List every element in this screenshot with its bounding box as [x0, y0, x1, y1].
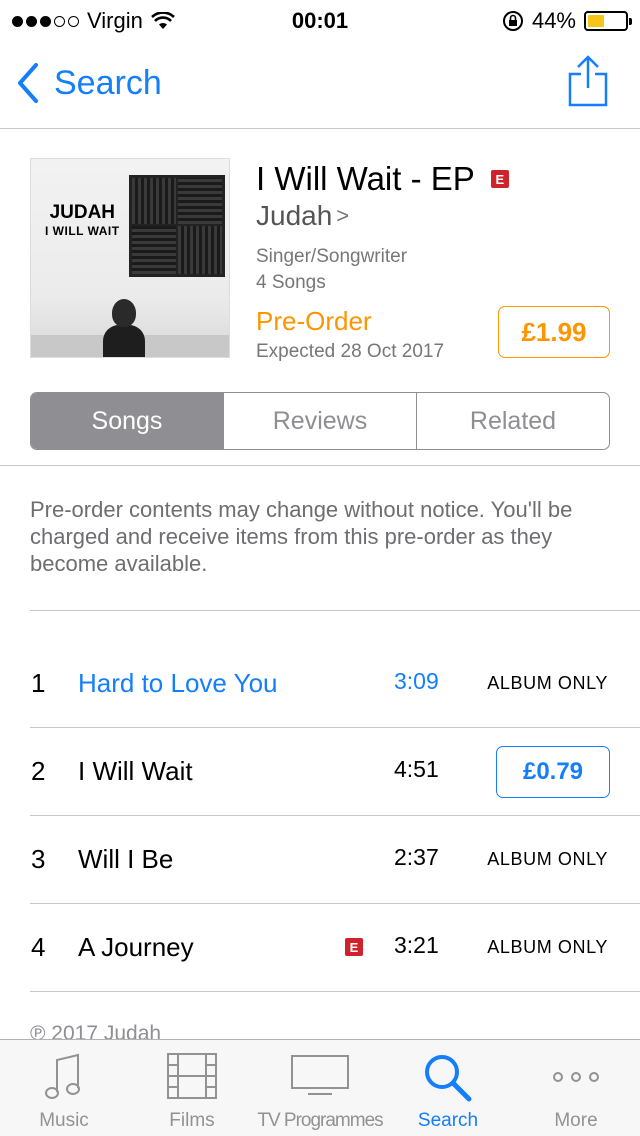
album-genre: Singer/Songwriter	[256, 246, 408, 267]
track-title: I Will Wait	[78, 756, 193, 786]
track-duration: 3:21	[394, 932, 439, 958]
divider	[0, 465, 640, 466]
battery-percent: 44%	[531, 8, 576, 33]
track-number: 3	[31, 844, 46, 874]
buy-album-button[interactable]: £1.99	[498, 306, 610, 358]
tab-songs[interactable]: Songs	[31, 393, 223, 449]
divider	[30, 610, 640, 611]
tab-reviews[interactable]: Reviews	[223, 393, 416, 449]
chevron-left-icon	[18, 63, 38, 103]
album-only-label: ALBUM ONLY	[487, 849, 608, 869]
artwork-person	[103, 299, 145, 357]
tab-related[interactable]: Related	[416, 393, 609, 449]
status-right: 44%	[502, 8, 632, 34]
track-duration: 2:37	[394, 844, 439, 870]
buy-track-button[interactable]: £0.79	[496, 746, 610, 798]
track-row[interactable]: 3 Will I Be 2:37 ALBUM ONLY	[0, 816, 640, 904]
album-artwork[interactable]: JUDAH I WILL WAIT	[30, 158, 230, 358]
music-note-icon	[45, 1053, 80, 1099]
artist-link[interactable]: Judah >	[256, 200, 349, 232]
track-duration: 3:09	[394, 668, 439, 694]
chevron-right-icon: >	[336, 203, 350, 228]
share-icon[interactable]	[566, 54, 610, 108]
tab-label: Search	[417, 1110, 479, 1131]
pre-order-label: Pre-Order	[256, 306, 372, 336]
tab-films[interactable]: Films	[128, 1040, 256, 1136]
tv-icon	[291, 1055, 349, 1095]
album-only-label: ALBUM ONLY	[487, 673, 608, 693]
track-title: A Journey	[78, 932, 194, 962]
album-title: I Will Wait - EP E	[256, 160, 509, 198]
pre-order-notice: Pre-order contents may change without no…	[30, 497, 573, 576]
search-icon	[425, 1055, 472, 1102]
film-icon	[167, 1053, 217, 1099]
tab-more[interactable]: More	[512, 1040, 640, 1136]
expected-date: Expected 28 Oct 2017	[256, 341, 445, 362]
tab-label: TV Programmes	[257, 1110, 383, 1131]
battery-icon	[584, 11, 632, 31]
explicit-badge: E	[490, 170, 509, 188]
track-row[interactable]: 1 Hard to Love You 3:09 ALBUM ONLY	[0, 640, 640, 728]
back-button[interactable]: Search	[16, 62, 162, 104]
album-only-label: ALBUM ONLY	[487, 937, 608, 957]
track-number: 4	[31, 932, 46, 962]
navigation-bar: Search	[0, 40, 640, 129]
rotation-lock-icon	[502, 11, 523, 31]
tab-label: Music	[39, 1110, 89, 1131]
battery-level	[588, 15, 604, 27]
tab-music[interactable]: Music	[0, 1040, 128, 1136]
explicit-badge: E	[345, 938, 363, 956]
segmented-control: Songs Reviews Related	[30, 392, 610, 450]
artwork-text: JUDAH I WILL WAIT	[45, 202, 120, 238]
track-duration: 4:51	[394, 756, 439, 782]
tab-label: More	[554, 1110, 598, 1131]
status-bar: Virgin 00:01 44%	[0, 0, 640, 40]
tab-label: Films	[169, 1110, 215, 1131]
track-title: Hard to Love You	[78, 668, 278, 698]
more-icon	[553, 1072, 599, 1082]
album-song-count: 4 Songs	[256, 272, 326, 293]
artwork-panels	[129, 175, 225, 277]
track-row[interactable]: 2 I Will Wait 4:51 £0.79	[0, 728, 640, 816]
tab-search[interactable]: Search	[384, 1040, 512, 1136]
tab-tv-programmes[interactable]: TV Programmes	[256, 1040, 384, 1136]
track-row[interactable]: 4 A Journey E 3:21 ALBUM ONLY	[0, 904, 640, 992]
track-title: Will I Be	[78, 844, 174, 874]
track-number: 1	[31, 668, 46, 698]
tab-bar: Music Films TV Programmes Search More	[0, 1039, 640, 1136]
back-label: Search	[54, 63, 162, 102]
track-number: 2	[31, 756, 46, 786]
